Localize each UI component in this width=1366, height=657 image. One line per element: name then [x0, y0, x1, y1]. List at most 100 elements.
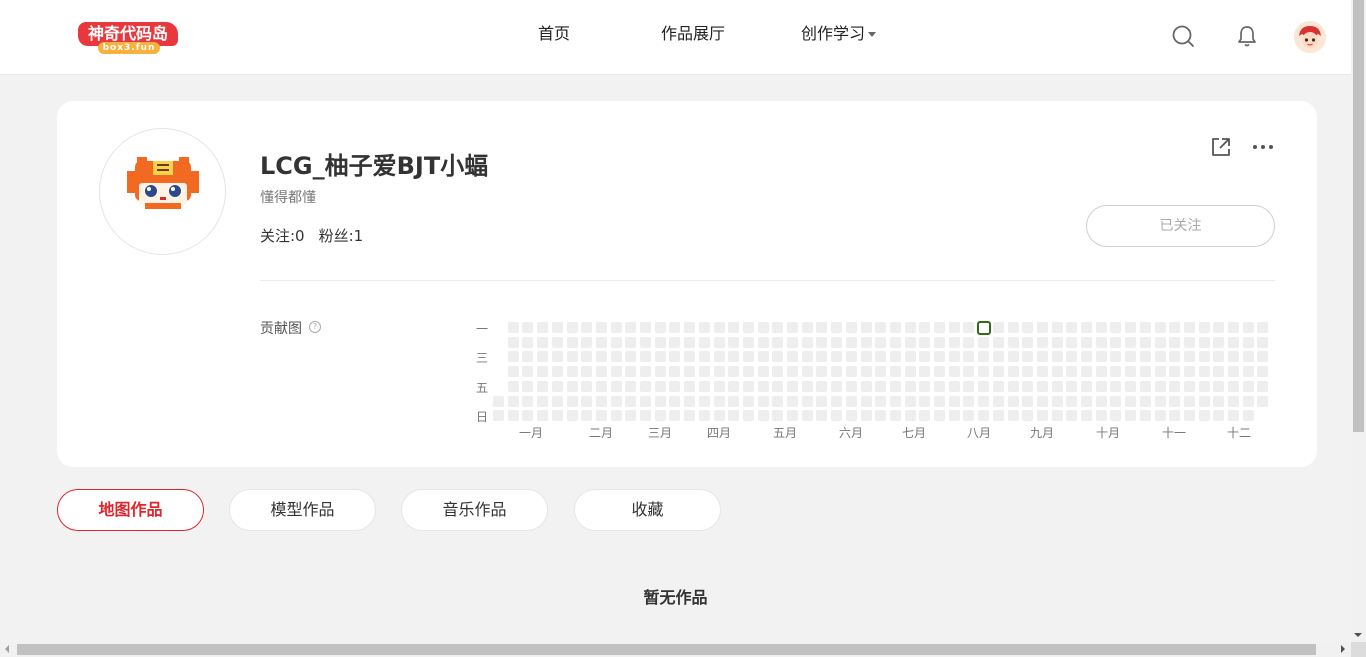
contribution-cell[interactable] — [801, 380, 813, 392]
contribution-cell[interactable] — [742, 380, 754, 392]
contribution-cell[interactable] — [537, 322, 549, 333]
contribution-cell[interactable] — [713, 351, 725, 363]
contribution-cell[interactable] — [1169, 380, 1181, 392]
contribution-cell[interactable] — [772, 395, 784, 407]
contribution-cell[interactable] — [860, 366, 872, 378]
contribution-cell[interactable] — [757, 395, 769, 407]
contribution-cell[interactable] — [698, 366, 710, 378]
contribution-cell[interactable] — [1007, 351, 1019, 363]
contribution-cell[interactable] — [963, 380, 975, 392]
contribution-cell[interactable] — [1095, 351, 1107, 363]
contribution-cell[interactable] — [1228, 351, 1239, 363]
contribution-cell[interactable] — [934, 336, 945, 348]
contribution-cell[interactable] — [889, 366, 901, 378]
contribution-cell[interactable] — [1139, 410, 1151, 422]
contribution-cell[interactable] — [816, 322, 828, 333]
contribution-cell[interactable] — [978, 351, 990, 363]
contribution-cell[interactable] — [831, 410, 843, 422]
contribution-cell[interactable] — [904, 322, 916, 333]
contribution-cell[interactable] — [889, 351, 901, 363]
contribution-cell[interactable] — [1095, 336, 1107, 348]
contribution-cell[interactable] — [934, 410, 945, 422]
contribution-cell[interactable] — [566, 322, 578, 333]
contribution-cell[interactable] — [1036, 322, 1048, 333]
contribution-cell[interactable] — [507, 336, 519, 348]
contribution-cell[interactable] — [728, 351, 740, 363]
contribution-cell[interactable] — [1007, 336, 1019, 348]
contribution-cell[interactable] — [1022, 351, 1034, 363]
contribution-cell[interactable] — [684, 380, 696, 392]
scroll-right-arrow-icon[interactable] — [1341, 645, 1345, 653]
contribution-cell[interactable] — [1213, 380, 1225, 392]
contribution-cell[interactable] — [919, 351, 931, 363]
share-icon[interactable] — [1210, 136, 1232, 158]
contribution-cell[interactable] — [625, 336, 637, 348]
contribution-cell[interactable] — [845, 336, 857, 348]
contribution-cell[interactable] — [640, 366, 651, 378]
contribution-cell[interactable] — [713, 336, 725, 348]
contribution-cell[interactable] — [1198, 322, 1210, 333]
contribution-cell[interactable] — [581, 380, 593, 392]
contribution-cell[interactable] — [1257, 380, 1269, 392]
contribution-cell[interactable] — [1154, 410, 1166, 422]
contribution-cell[interactable] — [1051, 336, 1063, 348]
contribution-cell[interactable] — [595, 322, 607, 333]
contribution-cell[interactable] — [860, 380, 872, 392]
horizontal-scrollbar-thumb[interactable] — [17, 644, 1316, 655]
contribution-cell-active[interactable] — [976, 320, 991, 335]
contribution-cell[interactable] — [551, 380, 563, 392]
contribution-cell[interactable] — [1183, 395, 1195, 407]
followed-button[interactable]: 已关注 — [1086, 205, 1275, 247]
contribution-cell[interactable] — [1228, 395, 1239, 407]
contribution-cell[interactable] — [507, 366, 519, 378]
contribution-cell[interactable] — [1007, 322, 1019, 333]
contribution-cell[interactable] — [1036, 410, 1048, 422]
contribution-cell[interactable] — [1213, 351, 1225, 363]
nav-home[interactable]: 首页 — [538, 22, 570, 46]
contribution-cell[interactable] — [889, 380, 901, 392]
contribution-cell[interactable] — [1110, 410, 1122, 422]
contribution-cell[interactable] — [801, 336, 813, 348]
contribution-cell[interactable] — [831, 380, 843, 392]
contribution-cell[interactable] — [1242, 336, 1254, 348]
contribution-cell[interactable] — [1257, 366, 1269, 378]
contribution-cell[interactable] — [522, 322, 534, 333]
contribution-cell[interactable] — [948, 336, 960, 348]
contribution-cell[interactable] — [831, 395, 843, 407]
contribution-cell[interactable] — [507, 380, 519, 392]
contribution-cell[interactable] — [669, 380, 681, 392]
contribution-cell[interactable] — [566, 395, 578, 407]
contribution-cell[interactable] — [860, 322, 872, 333]
contribution-cell[interactable] — [654, 322, 666, 333]
contribution-cell[interactable] — [1110, 351, 1122, 363]
contribution-cell[interactable] — [1242, 322, 1254, 333]
contribution-cell[interactable] — [963, 322, 975, 333]
horizontal-scrollbar[interactable] — [0, 642, 1351, 657]
contribution-cell[interactable] — [1183, 380, 1195, 392]
contribution-cell[interactable] — [713, 380, 725, 392]
contribution-cell[interactable] — [1242, 351, 1254, 363]
contribution-cell[interactable] — [1257, 336, 1269, 348]
contribution-cell[interactable] — [816, 336, 828, 348]
contribution-cell[interactable] — [713, 395, 725, 407]
contribution-cell[interactable] — [698, 351, 710, 363]
contribution-cell[interactable] — [1007, 380, 1019, 392]
contribution-cell[interactable] — [1081, 395, 1092, 407]
contribution-cell[interactable] — [919, 410, 931, 422]
contribution-cell[interactable] — [1066, 336, 1078, 348]
contribution-cell[interactable] — [728, 395, 740, 407]
contribution-cell[interactable] — [507, 395, 519, 407]
contribution-cell[interactable] — [1154, 366, 1166, 378]
contribution-cell[interactable] — [1125, 322, 1137, 333]
contribution-cell[interactable] — [963, 336, 975, 348]
contribution-cell[interactable] — [1022, 380, 1034, 392]
contribution-cell[interactable] — [1183, 322, 1195, 333]
contribution-cell[interactable] — [537, 351, 549, 363]
contribution-cell[interactable] — [551, 366, 563, 378]
contribution-cell[interactable] — [654, 410, 666, 422]
contribution-cell[interactable] — [860, 351, 872, 363]
contribution-cell[interactable] — [625, 395, 637, 407]
contribution-cell[interactable] — [1110, 336, 1122, 348]
contribution-cell[interactable] — [581, 395, 593, 407]
contribution-cell[interactable] — [507, 322, 519, 333]
